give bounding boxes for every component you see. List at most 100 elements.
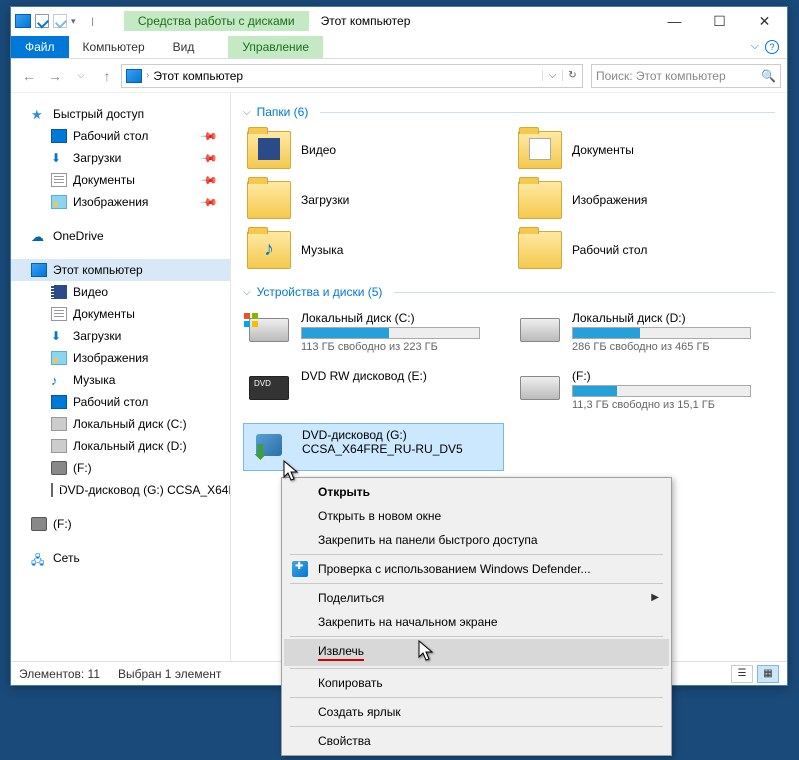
- ctx-open-new-window[interactable]: Открыть в новом окне: [284, 504, 669, 528]
- sidebar-drive-f[interactable]: (F:): [11, 457, 230, 479]
- sidebar-drive-f2[interactable]: (F:): [11, 513, 230, 535]
- sidebar-pictures[interactable]: Изображения📌: [11, 191, 230, 213]
- close-button[interactable]: ✕: [742, 7, 787, 35]
- sidebar-desktop[interactable]: Рабочий стол📌: [11, 125, 230, 147]
- group-folders-header[interactable]: Папки (6): [243, 105, 775, 119]
- folder-music[interactable]: ♪Музыка: [243, 227, 504, 273]
- navbar: ← → ⌵ ↑ › Этот компьютер ⌵ ↻ Поиск: Этот…: [11, 59, 787, 93]
- folder-desktop[interactable]: Рабочий стол: [514, 227, 775, 273]
- desktop-icon: [51, 395, 67, 409]
- tab-view[interactable]: Вид: [159, 36, 209, 58]
- pin-icon: 📌: [200, 171, 219, 190]
- minimize-button[interactable]: —: [652, 7, 697, 35]
- folder-pictures[interactable]: Изображения: [514, 177, 775, 223]
- view-tiles-button[interactable]: ▦: [757, 665, 779, 683]
- video-overlay-icon: [258, 138, 280, 160]
- qat-new-folder-icon[interactable]: [53, 14, 67, 28]
- help-icon[interactable]: ?: [765, 40, 779, 54]
- forward-button[interactable]: →: [43, 64, 67, 88]
- ctx-eject[interactable]: Извлечь: [284, 639, 669, 666]
- drive-g-selected[interactable]: DVD-дисковод (G:)CCSA_X64FRE_RU-RU_DV5: [243, 423, 504, 471]
- folder-videos[interactable]: Видео: [243, 127, 504, 173]
- sidebar-pictures2[interactable]: Изображения: [11, 347, 230, 369]
- music-icon: [51, 373, 67, 387]
- pc-icon: [31, 263, 47, 277]
- shield-icon: [292, 561, 308, 577]
- refresh-button[interactable]: ↻: [562, 70, 582, 81]
- recent-locations-button[interactable]: ⌵: [69, 64, 93, 88]
- drive-icon: [51, 417, 67, 431]
- drive-c[interactable]: Локальный диск (C:)113 ГБ свободно из 22…: [243, 307, 504, 357]
- network-icon: [31, 551, 47, 565]
- pc-icon: [126, 69, 142, 83]
- sidebar-drive-d[interactable]: Локальный диск (D:): [11, 435, 230, 457]
- search-icon: 🔍: [761, 69, 776, 83]
- dvd-icon: [51, 483, 53, 497]
- sidebar-dvd-g[interactable]: DVD-дисковод (G:) CCSA_X64F: [11, 479, 230, 501]
- sidebar-documents2[interactable]: Документы: [11, 303, 230, 325]
- qat-dropdown-icon[interactable]: ▾: [71, 16, 76, 27]
- ctx-share[interactable]: Поделиться▶: [284, 586, 669, 610]
- contextual-tool-tab-label: Средства работы с дисками: [124, 11, 309, 31]
- sidebar-drive-c[interactable]: Локальный диск (C:): [11, 413, 230, 435]
- titlebar: ▾ | Средства работы с дисками Этот компь…: [11, 7, 787, 35]
- address-bar[interactable]: › Этот компьютер ⌵ ↻: [121, 64, 583, 88]
- tab-manage[interactable]: Управление: [228, 36, 323, 58]
- sidebar-quick-access[interactable]: Быстрый доступ: [11, 103, 230, 125]
- sidebar-documents[interactable]: Документы📌: [11, 169, 230, 191]
- dvd-drive-icon: [249, 376, 289, 400]
- up-button[interactable]: ↑: [95, 64, 119, 88]
- sidebar-desktop2[interactable]: Рабочий стол: [11, 391, 230, 413]
- group-drives-header[interactable]: Устройства и диски (5): [243, 285, 775, 299]
- sidebar-downloads2[interactable]: Загрузки: [11, 325, 230, 347]
- desktop-icon: [51, 129, 67, 143]
- install-disc-icon: [250, 430, 290, 464]
- windows-drive-icon: [249, 318, 289, 342]
- pc-icon[interactable]: [15, 14, 31, 28]
- sidebar-videos[interactable]: Видео: [11, 281, 230, 303]
- ctx-copy[interactable]: Копировать: [284, 671, 669, 695]
- window-title: Этот компьютер: [321, 14, 411, 28]
- back-button[interactable]: ←: [17, 64, 41, 88]
- search-input[interactable]: Поиск: Этот компьютер 🔍: [591, 64, 781, 88]
- tab-computer[interactable]: Компьютер: [69, 36, 159, 58]
- address-dropdown-icon[interactable]: ⌵: [542, 70, 562, 81]
- drive-d[interactable]: Локальный диск (D:)286 ГБ свободно из 46…: [514, 307, 775, 357]
- ctx-open[interactable]: Открыть: [284, 480, 669, 504]
- sidebar-music[interactable]: Музыка: [11, 369, 230, 391]
- drive-f[interactable]: (F:)11,3 ГБ свободно из 15,1 ГБ: [514, 365, 775, 415]
- sidebar-network[interactable]: Сеть: [11, 547, 230, 569]
- breadcrumb[interactable]: Этот компьютер: [149, 69, 247, 83]
- pin-icon: 📌: [200, 149, 219, 168]
- image-icon: [51, 351, 67, 365]
- context-menu: Открыть Открыть в новом окне Закрепить н…: [281, 477, 672, 756]
- view-details-button[interactable]: ☰: [731, 665, 753, 683]
- drive-e[interactable]: DVD RW дисковод (E:): [243, 365, 504, 415]
- ctx-windows-defender[interactable]: Проверка с использованием Windows Defend…: [284, 557, 669, 581]
- ribbon: Файл Компьютер Вид Управление ⌵ ?: [11, 35, 787, 59]
- ctx-pin-start[interactable]: Закрепить на начальном экране: [284, 610, 669, 634]
- star-icon: [31, 107, 47, 121]
- chevron-right-icon: ▶: [651, 592, 659, 603]
- document-icon: [51, 173, 67, 187]
- maximize-button[interactable]: ☐: [697, 7, 742, 35]
- drive-icon: [520, 318, 560, 342]
- pin-icon: 📌: [200, 193, 219, 212]
- folder-downloads[interactable]: Загрузки: [243, 177, 504, 223]
- music-overlay-icon: ♪: [258, 238, 280, 260]
- ctx-properties[interactable]: Свойства: [284, 729, 669, 753]
- sidebar-onedrive[interactable]: OneDrive: [11, 225, 230, 247]
- ctx-pin-quick-access[interactable]: Закрепить на панели быстрого доступа: [284, 528, 669, 552]
- removable-drive-icon: [51, 461, 67, 475]
- ribbon-expand-icon[interactable]: ⌵: [751, 40, 759, 53]
- search-placeholder: Поиск: Этот компьютер: [596, 69, 726, 83]
- sidebar-downloads[interactable]: Загрузки📌: [11, 147, 230, 169]
- folder-documents[interactable]: Документы: [514, 127, 775, 173]
- tab-file[interactable]: Файл: [11, 36, 69, 58]
- cloud-icon: [31, 229, 47, 243]
- sidebar: Быстрый доступ Рабочий стол📌 Загрузки📌 Д…: [11, 93, 231, 661]
- ctx-create-shortcut[interactable]: Создать ярлык: [284, 700, 669, 724]
- qat-properties-icon[interactable]: [35, 14, 49, 28]
- sidebar-this-pc[interactable]: Этот компьютер: [11, 259, 230, 281]
- qat-sep: |: [92, 16, 94, 26]
